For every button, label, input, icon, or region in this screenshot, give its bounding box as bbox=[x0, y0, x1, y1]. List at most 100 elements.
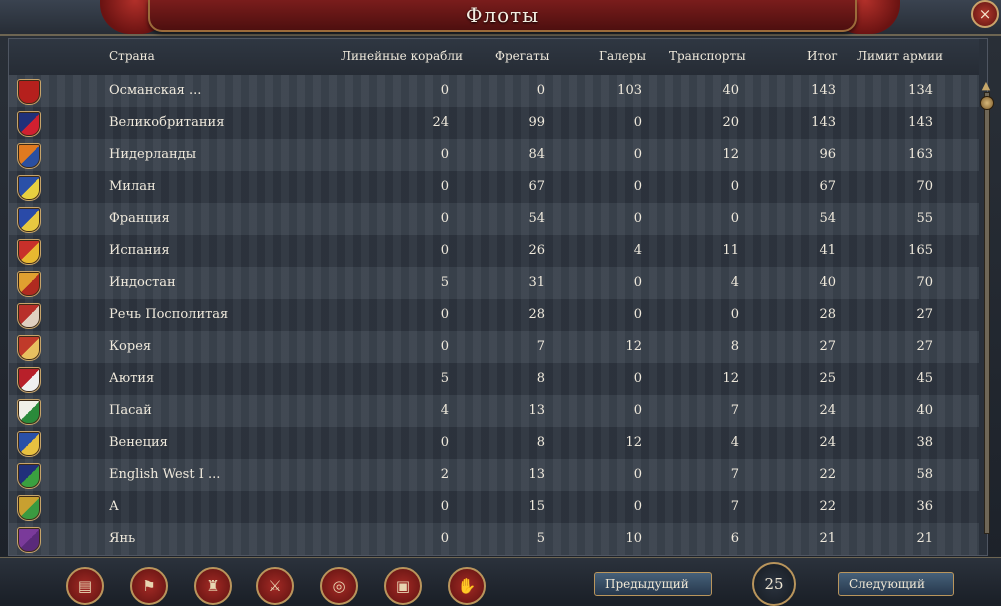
column-header-light-ships[interactable]: Фрегаты bbox=[495, 49, 549, 63]
force-limit-value: 27 bbox=[916, 307, 933, 322]
table-row[interactable]: Великобритания 24 99 0 20 143 143 bbox=[9, 107, 979, 139]
heavy-ships-value: 0 bbox=[440, 339, 449, 354]
total-value: 28 bbox=[819, 307, 836, 322]
column-header-galleys[interactable]: Галеры bbox=[599, 49, 646, 63]
heavy-ships-value: 0 bbox=[440, 307, 449, 322]
light-ships-value: 13 bbox=[528, 403, 545, 418]
country-name: Аютия bbox=[109, 371, 155, 386]
table-row[interactable]: English West I ... 2 13 0 7 22 58 bbox=[9, 459, 979, 491]
table-row[interactable]: Милан 0 67 0 0 67 70 bbox=[9, 171, 979, 203]
light-ships-value: 13 bbox=[528, 467, 545, 482]
vertical-scrollbar[interactable]: ▲ bbox=[978, 80, 994, 540]
column-header-country[interactable]: Страна bbox=[109, 49, 155, 63]
table-row[interactable]: А 0 15 0 7 22 36 bbox=[9, 491, 979, 523]
galleys-value: 12 bbox=[625, 435, 642, 450]
total-value: 143 bbox=[811, 83, 836, 98]
scroll-thumb[interactable] bbox=[980, 96, 994, 110]
table-row[interactable]: Османская ... 0 0 103 40 143 134 bbox=[9, 75, 979, 107]
total-value: 21 bbox=[819, 531, 836, 546]
heavy-ships-value: 0 bbox=[440, 179, 449, 194]
tool-button[interactable]: ▣ bbox=[384, 567, 422, 605]
crossed-swords-icon: ⚔ bbox=[268, 577, 282, 595]
table-row[interactable]: Венеция 0 8 12 4 24 38 bbox=[9, 427, 979, 459]
country-name: А bbox=[109, 499, 119, 514]
heavy-ships-value: 0 bbox=[440, 435, 449, 450]
close-icon: × bbox=[978, 5, 992, 23]
heavy-ships-value: 5 bbox=[440, 371, 449, 386]
country-flag-icon bbox=[17, 207, 41, 233]
tool-button[interactable]: ♜ bbox=[194, 567, 232, 605]
transports-value: 8 bbox=[730, 339, 739, 354]
light-ships-value: 31 bbox=[528, 275, 545, 290]
country-flag-icon bbox=[17, 303, 41, 329]
table-row[interactable]: Речь Посполитая 0 28 0 0 28 27 bbox=[9, 299, 979, 331]
galleys-value: 0 bbox=[633, 499, 642, 514]
galleys-value: 0 bbox=[633, 115, 642, 130]
galleys-value: 0 bbox=[633, 371, 642, 386]
heavy-ships-value: 0 bbox=[440, 147, 449, 162]
galleys-value: 12 bbox=[625, 339, 642, 354]
scroll-up-arrow-icon[interactable]: ▲ bbox=[980, 80, 992, 92]
force-limit-value: 165 bbox=[908, 243, 933, 258]
galleys-value: 0 bbox=[633, 147, 642, 162]
fleets-window: Флоты × Страна Линейные корабли Фрегаты … bbox=[0, 0, 1001, 606]
force-limit-value: 143 bbox=[908, 115, 933, 130]
country-flag-icon bbox=[17, 527, 41, 553]
country-name: Индостан bbox=[109, 275, 176, 290]
total-value: 143 bbox=[811, 115, 836, 130]
tool-button[interactable]: ▤ bbox=[66, 567, 104, 605]
transports-value: 0 bbox=[730, 307, 739, 322]
force-limit-value: 163 bbox=[908, 147, 933, 162]
table-header: Страна Линейные корабли Фрегаты Галеры Т… bbox=[9, 39, 979, 76]
column-header-heavy-ships[interactable]: Линейные корабли bbox=[341, 49, 463, 63]
country-name: Франция bbox=[109, 211, 170, 226]
total-value: 24 bbox=[819, 403, 836, 418]
previous-page-button[interactable]: Предыдущий bbox=[594, 572, 712, 596]
country-flag-icon bbox=[17, 463, 41, 489]
galleys-value: 0 bbox=[633, 467, 642, 482]
table-row[interactable]: Нидерланды 0 84 0 12 96 163 bbox=[9, 139, 979, 171]
column-header-force-limit[interactable]: Лимит армии bbox=[857, 49, 943, 63]
table-row[interactable]: Испания 0 26 4 11 41 165 bbox=[9, 235, 979, 267]
tool-button[interactable]: ⚔ bbox=[256, 567, 294, 605]
table-row[interactable]: Индостан 5 31 0 4 40 70 bbox=[9, 267, 979, 299]
next-page-button[interactable]: Следующий bbox=[838, 572, 954, 596]
force-limit-value: 134 bbox=[908, 83, 933, 98]
close-button[interactable]: × bbox=[971, 0, 999, 28]
table-row[interactable]: Янь 0 5 10 6 21 21 bbox=[9, 523, 979, 555]
tool-button[interactable]: ✋ bbox=[448, 567, 486, 605]
table-row[interactable]: Корея 0 7 12 8 27 27 bbox=[9, 331, 979, 363]
column-header-transports[interactable]: Транспорты bbox=[669, 49, 746, 63]
tool-button[interactable]: ⚑ bbox=[130, 567, 168, 605]
galleys-value: 0 bbox=[633, 179, 642, 194]
country-name: Нидерланды bbox=[109, 147, 197, 162]
light-ships-value: 84 bbox=[528, 147, 545, 162]
table-row[interactable]: Аютия 5 8 0 12 25 45 bbox=[9, 363, 979, 395]
table-row[interactable]: Франция 0 54 0 0 54 55 bbox=[9, 203, 979, 235]
army-icon: ♜ bbox=[206, 577, 220, 595]
transports-value: 12 bbox=[722, 147, 739, 162]
scroll-track[interactable] bbox=[984, 92, 990, 534]
transports-value: 40 bbox=[722, 83, 739, 98]
country-name: Милан bbox=[109, 179, 156, 194]
tool-button[interactable]: ◎ bbox=[320, 567, 358, 605]
total-value: 96 bbox=[819, 147, 836, 162]
country-name: Речь Посполитая bbox=[109, 307, 229, 322]
table-row[interactable]: Пасай 4 13 0 7 24 40 bbox=[9, 395, 979, 427]
galleys-value: 103 bbox=[617, 83, 642, 98]
light-ships-value: 8 bbox=[536, 435, 545, 450]
country-name: Великобритания bbox=[109, 115, 225, 130]
country-name: Османская ... bbox=[109, 83, 202, 98]
transports-value: 11 bbox=[722, 243, 739, 258]
heavy-ships-value: 0 bbox=[440, 531, 449, 546]
force-limit-value: 21 bbox=[916, 531, 933, 546]
column-header-total[interactable]: Итог bbox=[807, 49, 838, 63]
light-ships-value: 8 bbox=[536, 371, 545, 386]
galleys-value: 4 bbox=[633, 243, 642, 258]
total-value: 40 bbox=[819, 275, 836, 290]
heavy-ships-value: 0 bbox=[440, 499, 449, 514]
country-flag-icon bbox=[17, 143, 41, 169]
force-limit-value: 70 bbox=[916, 179, 933, 194]
heavy-ships-value: 0 bbox=[440, 243, 449, 258]
force-limit-value: 36 bbox=[916, 499, 933, 514]
